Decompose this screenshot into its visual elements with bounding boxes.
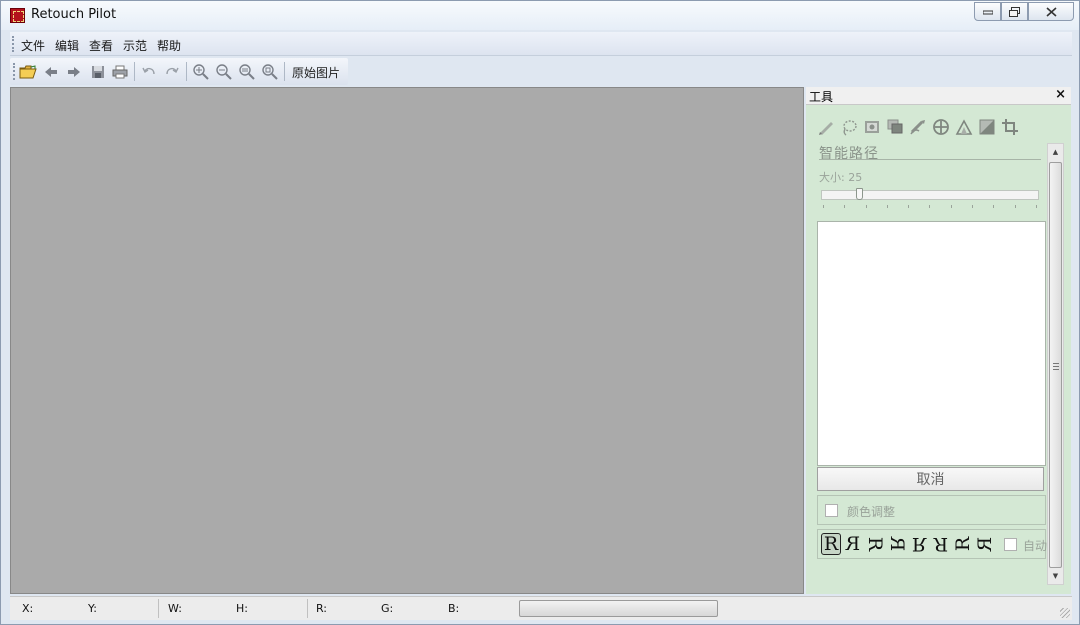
orientation-option[interactable]: R (886, 534, 908, 554)
color-adjust-checkbox[interactable] (825, 504, 838, 517)
status-b: B: (448, 602, 460, 615)
stamp-icon[interactable] (862, 117, 882, 137)
zoom-out-icon[interactable] (214, 62, 234, 81)
title-bar[interactable]: Retouch Pilot (1, 1, 1079, 30)
close-button[interactable] (1028, 2, 1074, 21)
tools-row (816, 117, 1020, 137)
status-bar: X: Y: W: H: R: G: B: (10, 596, 1072, 620)
smart-path-title: 智能路径 (819, 146, 879, 162)
status-h: H: (236, 602, 248, 615)
toolbar-grip[interactable] (13, 63, 16, 80)
forward-arrow-icon[interactable] (64, 62, 84, 81)
scrollbar-thumb[interactable] (1049, 162, 1062, 568)
tools-panel: 工具 × 智能路径 大小: 25 取消 颜色调整 R R R R R R R R… (806, 87, 1071, 594)
tools-panel-title: 工具 (809, 90, 834, 104)
window-title: Retouch Pilot (31, 7, 117, 22)
zoom-actual-icon[interactable] (260, 62, 280, 81)
status-separator (307, 599, 308, 618)
menu-file[interactable]: 文件 (21, 37, 45, 54)
orientation-option[interactable]: R (974, 534, 996, 554)
app-logo-icon (10, 8, 25, 23)
color-adjust-label: 颜色调整 (847, 505, 896, 519)
menu-bar: 文件 编辑 查看 示范 帮助 (10, 32, 1072, 56)
toolbar-separator (186, 62, 187, 81)
resize-grip-icon[interactable] (1060, 608, 1070, 618)
status-separator (158, 599, 159, 618)
minimize-icon (982, 10, 993, 14)
zoom-fit-icon[interactable] (237, 62, 257, 81)
adjust-icon[interactable] (977, 117, 997, 137)
panel-vertical-scrollbar[interactable]: ▲ ▼ (1047, 143, 1064, 585)
save-icon[interactable] (88, 62, 108, 81)
close-icon (1045, 6, 1057, 17)
window-controls (974, 2, 1074, 21)
app-window: Retouch Pilot 文件 编辑 查看 示范 帮助 原始图片 工具 × 智… (0, 0, 1080, 625)
restore-icon (1009, 6, 1020, 17)
print-icon[interactable] (110, 62, 130, 81)
status-y: Y: (88, 602, 97, 615)
orientation-option[interactable]: R (909, 533, 929, 555)
auto-label: 自动 (1023, 539, 1048, 553)
scroll-up-icon[interactable]: ▲ (1048, 144, 1063, 160)
orientation-option[interactable]: R (843, 533, 863, 555)
zoom-in-icon[interactable] (191, 62, 211, 81)
toolbar-separator (284, 62, 285, 81)
brush-size-slider[interactable] (821, 190, 1039, 200)
menu-view[interactable]: 查看 (89, 37, 113, 54)
status-g: G: (381, 602, 394, 615)
orientation-option[interactable]: R (931, 533, 951, 555)
pencil-icon[interactable] (816, 117, 836, 137)
auto-checkbox[interactable] (1004, 538, 1017, 551)
minimize-button[interactable] (974, 2, 1001, 21)
status-x: X: (22, 602, 34, 615)
scrollbar-grip (1053, 363, 1059, 370)
brush-wand-icon[interactable] (908, 117, 928, 137)
back-arrow-icon[interactable] (41, 62, 61, 81)
menu-demo[interactable]: 示范 (123, 37, 147, 54)
tool-options-area: 智能路径 大小: 25 取消 颜色调整 R R R R R R R R 自动 (814, 143, 1048, 583)
main-toolbar: 原始图片 (10, 58, 348, 85)
orientation-options: R R R R R R R R 自动 (817, 529, 1048, 559)
scroll-down-icon[interactable]: ▼ (1048, 568, 1063, 584)
triangle-tool-icon[interactable] (954, 117, 974, 137)
status-w: W: (168, 602, 182, 615)
image-canvas[interactable] (10, 87, 804, 594)
slider-ticks (823, 205, 1037, 209)
maximize-button[interactable] (1001, 2, 1028, 21)
cancel-button[interactable]: 取消 (817, 467, 1044, 491)
orientation-option[interactable]: R (952, 534, 974, 554)
menu-edit[interactable]: 编辑 (55, 37, 79, 54)
redo-icon[interactable] (162, 62, 182, 81)
brush-size-label: 大小: 25 (819, 171, 863, 184)
toolbar-separator (134, 62, 135, 81)
section-divider (819, 159, 1041, 160)
undo-icon[interactable] (139, 62, 159, 81)
layers-icon[interactable] (885, 117, 905, 137)
menubar-grip[interactable] (12, 36, 15, 52)
orientation-option[interactable]: R (864, 534, 886, 554)
tools-panel-header: 工具 × (806, 87, 1071, 105)
lasso-icon[interactable] (839, 117, 859, 137)
menu-help[interactable]: 帮助 (157, 37, 181, 54)
progress-bar (519, 600, 718, 617)
color-adjust-group: 颜色调整 (817, 495, 1046, 525)
tools-panel-close-icon[interactable]: × (1055, 87, 1066, 102)
open-folder-icon[interactable] (18, 62, 38, 81)
brush-size-slider-thumb[interactable] (856, 188, 863, 200)
crop-icon[interactable] (1000, 117, 1020, 137)
original-image-button[interactable]: 原始图片 (292, 64, 340, 81)
patch-icon[interactable] (931, 117, 951, 137)
status-r: R: (316, 602, 328, 615)
tool-preview-box (817, 221, 1046, 466)
orientation-option[interactable]: R (821, 533, 841, 555)
